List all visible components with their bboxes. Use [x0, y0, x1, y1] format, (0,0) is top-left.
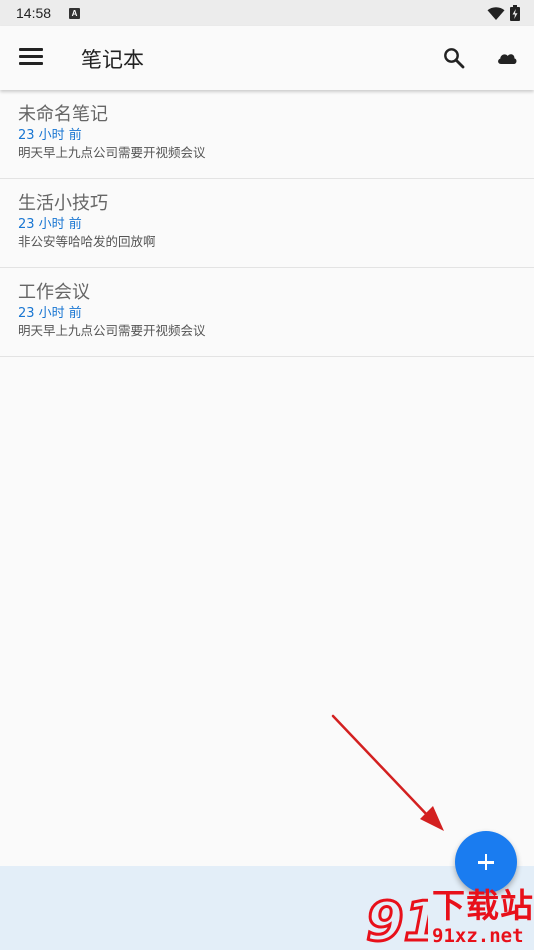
note-timestamp: 23 小时 前 [18, 306, 82, 321]
watermark-url-text: 91xz.net [432, 925, 524, 947]
search-icon[interactable] [442, 46, 466, 70]
wifi-icon [487, 6, 505, 20]
note-timestamp: 23 小时 前 [18, 217, 82, 232]
watermark-brand-text: 下载站 [432, 886, 534, 925]
watermark-logo-icon: 91 [365, 890, 429, 948]
note-title: 生活小技巧 [18, 193, 108, 214]
note-list: 未命名笔记 23 小时 前 明天早上九点公司需要开视频会议 生活小技巧 23 小… [0, 90, 534, 357]
note-preview: 明天早上九点公司需要开视频会议 [18, 145, 206, 160]
note-preview: 明天早上九点公司需要开视频会议 [18, 323, 206, 338]
hamburger-menu-icon[interactable] [19, 48, 43, 68]
svg-text:91: 91 [366, 890, 428, 948]
note-title: 未命名笔记 [18, 104, 108, 125]
list-item[interactable]: 工作会议 23 小时 前 明天早上九点公司需要开视频会议 [0, 268, 534, 357]
notification-icon: A [69, 8, 80, 19]
app-toolbar: 笔记本 [0, 26, 534, 90]
status-icons [487, 5, 520, 21]
list-item[interactable]: 生活小技巧 23 小时 前 非公安等哈哈发的回放啊 [0, 179, 534, 268]
status-time: 14:58 [16, 5, 52, 21]
battery-charging-icon [510, 5, 520, 21]
cloud-icon[interactable] [496, 48, 518, 68]
note-title: 工作会议 [18, 282, 90, 303]
status-bar: 14:58 A [0, 0, 534, 26]
add-note-button[interactable] [455, 831, 517, 893]
note-preview: 非公安等哈哈发的回放啊 [18, 234, 156, 249]
watermark: 91 下载站 91xz.net [360, 886, 534, 950]
list-item[interactable]: 未命名笔记 23 小时 前 明天早上九点公司需要开视频会议 [0, 90, 534, 179]
page-title: 笔记本 [81, 48, 144, 72]
note-timestamp: 23 小时 前 [18, 128, 82, 143]
